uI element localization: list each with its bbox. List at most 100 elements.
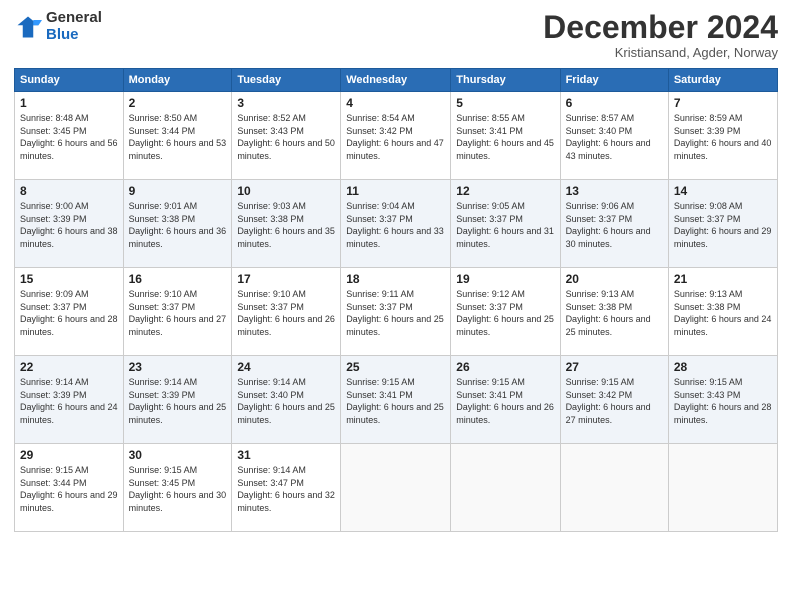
calendar-cell: 5 Sunrise: 8:55 AM Sunset: 3:41 PM Dayli… [451,92,560,180]
calendar-cell: 27 Sunrise: 9:15 AM Sunset: 3:42 PM Dayl… [560,356,668,444]
calendar-cell: 14 Sunrise: 9:08 AM Sunset: 3:37 PM Dayl… [668,180,777,268]
calendar-cell: 29 Sunrise: 9:15 AM Sunset: 3:44 PM Dayl… [15,444,124,532]
day-info: Sunrise: 9:14 AM Sunset: 3:39 PM Dayligh… [20,376,118,426]
day-info: Sunrise: 9:05 AM Sunset: 3:37 PM Dayligh… [456,200,554,250]
location: Kristiansand, Agder, Norway [543,45,778,60]
day-info: Sunrise: 8:52 AM Sunset: 3:43 PM Dayligh… [237,112,335,162]
calendar-cell [560,444,668,532]
day-info: Sunrise: 9:15 AM Sunset: 3:42 PM Dayligh… [566,376,663,426]
day-info: Sunrise: 8:59 AM Sunset: 3:39 PM Dayligh… [674,112,772,162]
calendar-week-3: 15 Sunrise: 9:09 AM Sunset: 3:37 PM Dayl… [15,268,778,356]
day-number: 31 [237,448,335,462]
day-info: Sunrise: 9:08 AM Sunset: 3:37 PM Dayligh… [674,200,772,250]
day-number: 17 [237,272,335,286]
calendar-week-1: 1 Sunrise: 8:48 AM Sunset: 3:45 PM Dayli… [15,92,778,180]
calendar-cell: 24 Sunrise: 9:14 AM Sunset: 3:40 PM Dayl… [232,356,341,444]
calendar-cell: 21 Sunrise: 9:13 AM Sunset: 3:38 PM Dayl… [668,268,777,356]
day-number: 11 [346,184,445,198]
calendar-cell: 20 Sunrise: 9:13 AM Sunset: 3:38 PM Dayl… [560,268,668,356]
calendar-cell: 18 Sunrise: 9:11 AM Sunset: 3:37 PM Dayl… [341,268,451,356]
day-info: Sunrise: 9:14 AM Sunset: 3:39 PM Dayligh… [129,376,227,426]
day-number: 8 [20,184,118,198]
calendar-cell: 31 Sunrise: 9:14 AM Sunset: 3:47 PM Dayl… [232,444,341,532]
calendar-week-4: 22 Sunrise: 9:14 AM Sunset: 3:39 PM Dayl… [15,356,778,444]
day-info: Sunrise: 9:10 AM Sunset: 3:37 PM Dayligh… [237,288,335,338]
calendar-cell: 15 Sunrise: 9:09 AM Sunset: 3:37 PM Dayl… [15,268,124,356]
calendar-cell: 1 Sunrise: 8:48 AM Sunset: 3:45 PM Dayli… [15,92,124,180]
day-info: Sunrise: 9:10 AM Sunset: 3:37 PM Dayligh… [129,288,227,338]
day-number: 20 [566,272,663,286]
calendar-cell: 16 Sunrise: 9:10 AM Sunset: 3:37 PM Dayl… [123,268,232,356]
calendar-cell: 8 Sunrise: 9:00 AM Sunset: 3:39 PM Dayli… [15,180,124,268]
day-number: 10 [237,184,335,198]
day-info: Sunrise: 9:15 AM Sunset: 3:44 PM Dayligh… [20,464,118,514]
day-number: 6 [566,96,663,110]
day-info: Sunrise: 9:00 AM Sunset: 3:39 PM Dayligh… [20,200,118,250]
col-sunday: Sunday [15,69,124,92]
logo: General Blue [14,10,102,43]
logo-icon [14,13,42,41]
calendar-cell: 28 Sunrise: 9:15 AM Sunset: 3:43 PM Dayl… [668,356,777,444]
day-number: 23 [129,360,227,374]
col-thursday: Thursday [451,69,560,92]
day-info: Sunrise: 9:13 AM Sunset: 3:38 PM Dayligh… [566,288,663,338]
day-number: 19 [456,272,554,286]
day-number: 5 [456,96,554,110]
header: General Blue December 2024 Kristiansand,… [14,10,778,60]
calendar-cell: 6 Sunrise: 8:57 AM Sunset: 3:40 PM Dayli… [560,92,668,180]
day-number: 22 [20,360,118,374]
day-number: 28 [674,360,772,374]
day-info: Sunrise: 9:09 AM Sunset: 3:37 PM Dayligh… [20,288,118,338]
calendar-cell: 10 Sunrise: 9:03 AM Sunset: 3:38 PM Dayl… [232,180,341,268]
calendar-cell: 2 Sunrise: 8:50 AM Sunset: 3:44 PM Dayli… [123,92,232,180]
calendar-header-row: Sunday Monday Tuesday Wednesday Thursday… [15,69,778,92]
calendar-cell: 11 Sunrise: 9:04 AM Sunset: 3:37 PM Dayl… [341,180,451,268]
calendar-week-2: 8 Sunrise: 9:00 AM Sunset: 3:39 PM Dayli… [15,180,778,268]
day-info: Sunrise: 9:03 AM Sunset: 3:38 PM Dayligh… [237,200,335,250]
calendar-cell: 25 Sunrise: 9:15 AM Sunset: 3:41 PM Dayl… [341,356,451,444]
day-info: Sunrise: 9:06 AM Sunset: 3:37 PM Dayligh… [566,200,663,250]
calendar-cell: 12 Sunrise: 9:05 AM Sunset: 3:37 PM Dayl… [451,180,560,268]
calendar-cell [668,444,777,532]
calendar-cell: 4 Sunrise: 8:54 AM Sunset: 3:42 PM Dayli… [341,92,451,180]
day-number: 12 [456,184,554,198]
calendar-cell: 22 Sunrise: 9:14 AM Sunset: 3:39 PM Dayl… [15,356,124,444]
day-number: 18 [346,272,445,286]
calendar-cell: 3 Sunrise: 8:52 AM Sunset: 3:43 PM Dayli… [232,92,341,180]
title-block: December 2024 Kristiansand, Agder, Norwa… [543,10,778,60]
day-info: Sunrise: 9:14 AM Sunset: 3:47 PM Dayligh… [237,464,335,514]
day-number: 13 [566,184,663,198]
day-info: Sunrise: 8:57 AM Sunset: 3:40 PM Dayligh… [566,112,663,162]
col-monday: Monday [123,69,232,92]
calendar-cell: 26 Sunrise: 9:15 AM Sunset: 3:41 PM Dayl… [451,356,560,444]
day-info: Sunrise: 9:15 AM Sunset: 3:41 PM Dayligh… [346,376,445,426]
col-wednesday: Wednesday [341,69,451,92]
day-number: 29 [20,448,118,462]
calendar-cell: 13 Sunrise: 9:06 AM Sunset: 3:37 PM Dayl… [560,180,668,268]
day-info: Sunrise: 9:15 AM Sunset: 3:41 PM Dayligh… [456,376,554,426]
day-number: 24 [237,360,335,374]
calendar-cell [341,444,451,532]
day-number: 27 [566,360,663,374]
day-number: 21 [674,272,772,286]
day-number: 30 [129,448,227,462]
calendar-cell: 30 Sunrise: 9:15 AM Sunset: 3:45 PM Dayl… [123,444,232,532]
day-number: 16 [129,272,227,286]
day-info: Sunrise: 8:50 AM Sunset: 3:44 PM Dayligh… [129,112,227,162]
day-number: 2 [129,96,227,110]
calendar-cell: 9 Sunrise: 9:01 AM Sunset: 3:38 PM Dayli… [123,180,232,268]
day-info: Sunrise: 9:12 AM Sunset: 3:37 PM Dayligh… [456,288,554,338]
day-number: 1 [20,96,118,110]
day-info: Sunrise: 9:01 AM Sunset: 3:38 PM Dayligh… [129,200,227,250]
col-saturday: Saturday [668,69,777,92]
day-info: Sunrise: 9:15 AM Sunset: 3:43 PM Dayligh… [674,376,772,426]
day-info: Sunrise: 9:14 AM Sunset: 3:40 PM Dayligh… [237,376,335,426]
calendar: Sunday Monday Tuesday Wednesday Thursday… [14,68,778,532]
day-number: 14 [674,184,772,198]
calendar-cell: 23 Sunrise: 9:14 AM Sunset: 3:39 PM Dayl… [123,356,232,444]
calendar-week-5: 29 Sunrise: 9:15 AM Sunset: 3:44 PM Dayl… [15,444,778,532]
day-info: Sunrise: 8:55 AM Sunset: 3:41 PM Dayligh… [456,112,554,162]
calendar-cell: 7 Sunrise: 8:59 AM Sunset: 3:39 PM Dayli… [668,92,777,180]
day-number: 4 [346,96,445,110]
day-number: 15 [20,272,118,286]
